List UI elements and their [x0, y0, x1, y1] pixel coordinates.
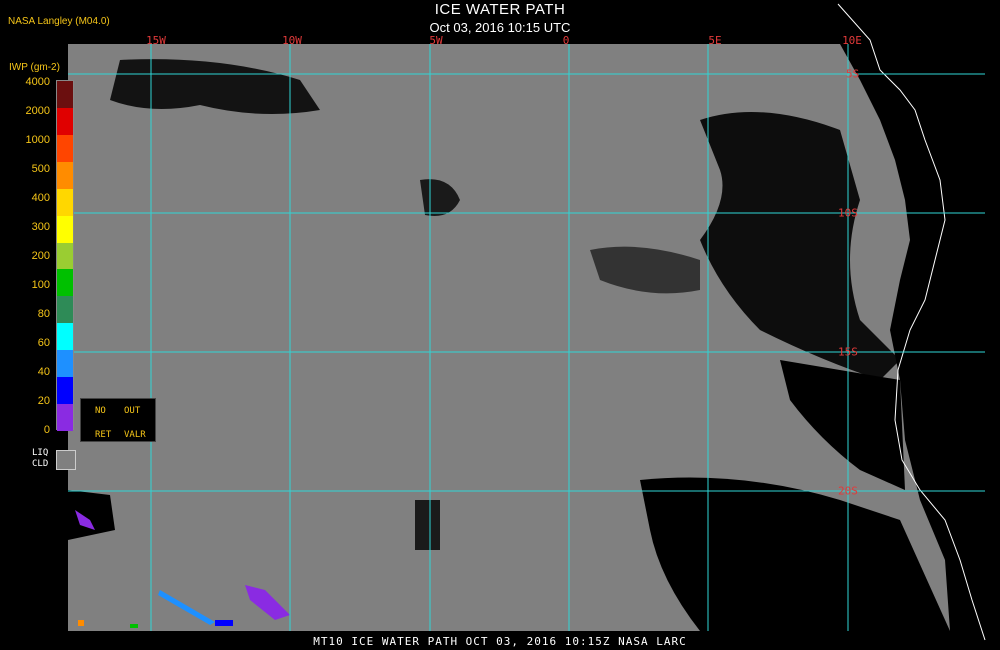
legend-no-retrieval-box: NO OUT RET VALR	[80, 398, 156, 442]
lat-label-20s: 20S	[838, 484, 858, 498]
liq-label: LIQ	[32, 448, 49, 458]
legend-ret-label: RET	[95, 430, 112, 440]
color-scale-tick: 400	[31, 192, 50, 204]
color-scale-segment	[57, 81, 73, 108]
color-scale-segment	[57, 323, 73, 351]
color-scale-tick: 100	[31, 279, 50, 291]
lon-label-10e: 10E	[842, 34, 862, 47]
lon-label-5w: 5W	[429, 34, 443, 47]
satellite-map	[68, 3, 986, 641]
legend-unit-label: IWP (gm-2)	[9, 62, 60, 73]
color-scale-tick: 40	[37, 366, 50, 378]
cld-label: CLD	[32, 459, 49, 469]
color-scale-tick: 4000	[25, 76, 50, 88]
lat-label-10s: 10S	[838, 206, 858, 220]
color-scale-tick: 20	[37, 395, 50, 407]
lat-label-15s: 15S	[838, 345, 858, 359]
liquid-cloud-swatch	[56, 450, 76, 470]
legend-valr-label: VALR	[124, 430, 146, 440]
color-scale-tick: 1000	[25, 134, 50, 146]
color-scale-tick: 200	[31, 250, 50, 262]
color-scale-segment	[57, 377, 73, 405]
color-scale-tick: 0	[43, 424, 50, 436]
color-scale-segment	[57, 242, 73, 270]
chart-timestamp: Oct 03, 2016 10:15 UTC	[429, 20, 571, 35]
color-scale-segment	[57, 134, 73, 162]
color-scale-tick: 80	[37, 308, 50, 320]
color-scale-bar	[56, 80, 74, 431]
color-scale-segment	[57, 296, 73, 324]
lat-label-5s: 5S	[846, 67, 860, 81]
lon-label-0: 0	[562, 34, 570, 47]
color-scale-segment	[57, 107, 73, 135]
color-scale-tick: 60	[37, 337, 50, 349]
legend-out-label: OUT	[124, 406, 141, 416]
credit-label: NASA Langley (M04.0)	[8, 16, 110, 27]
color-scale-segment	[57, 161, 73, 189]
chart-title: ICE WATER PATH	[434, 1, 566, 18]
color-scale-tick: 500	[31, 163, 50, 175]
color-scale-segment	[57, 350, 73, 378]
liq-cld-label: LIQ CLD	[32, 448, 48, 470]
color-scale-segment	[57, 404, 73, 431]
color-scale-tick: 300	[31, 221, 50, 233]
lon-label-15w: 15W	[146, 34, 166, 47]
lon-label-5e: 5E	[708, 34, 722, 47]
color-scale-segment	[57, 215, 73, 243]
color-scale-tick: 2000	[25, 105, 50, 117]
color-scale-segment	[57, 269, 73, 297]
color-scale-segment	[57, 188, 73, 216]
legend-no-label: NO	[95, 406, 106, 416]
footer-caption: MT10 ICE WATER PATH OCT 03, 2016 10:15Z …	[313, 635, 687, 648]
lon-label-10w: 10W	[282, 34, 302, 47]
